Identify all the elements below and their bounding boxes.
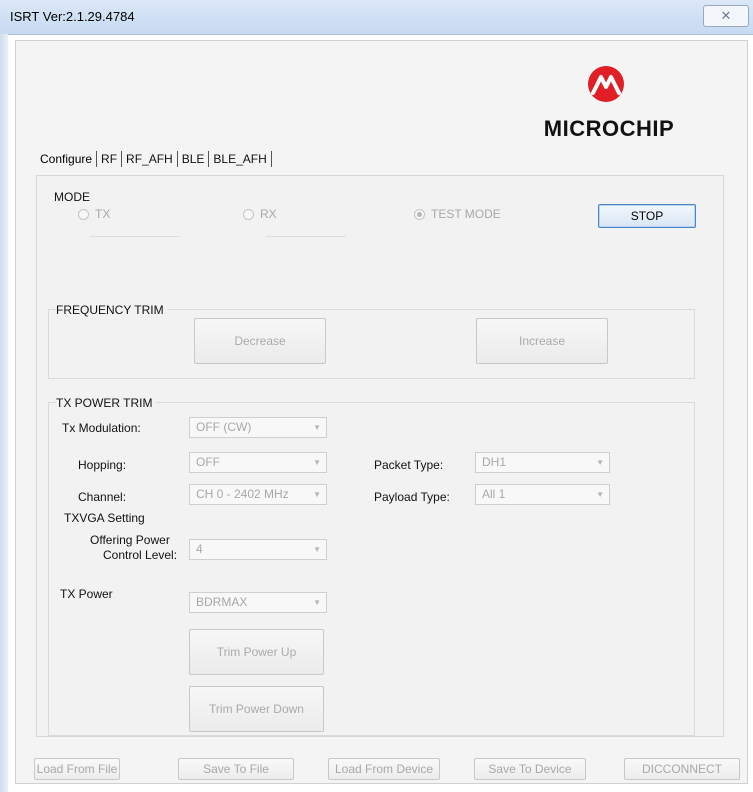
radio-tx-label: TX <box>95 207 111 221</box>
hopping-label: Hopping: <box>78 458 127 472</box>
load-from-file-button[interactable]: Load From File <box>34 758 120 780</box>
microchip-wordmark: MICROCHIP <box>543 116 675 141</box>
window-title: ISRT Ver:2.1.29.4784 <box>10 9 135 24</box>
channel-value: CH 0 - 2402 MHz <box>196 487 289 501</box>
decrease-button[interactable]: Decrease <box>194 318 326 364</box>
load-from-device-button[interactable]: Load From Device <box>328 758 440 780</box>
radio-tx[interactable]: TX <box>78 207 110 221</box>
trim-power-up-button[interactable]: Trim Power Up <box>189 629 324 675</box>
radio-underline <box>90 236 180 237</box>
tx-modulation-value: OFF (CW) <box>196 420 252 434</box>
hopping-value: OFF <box>196 455 220 469</box>
mode-label: MODE <box>54 190 90 204</box>
payload-type-select[interactable]: All 1 ▼ <box>475 484 610 505</box>
tx-modulation-select[interactable]: OFF (CW) ▼ <box>189 417 327 438</box>
stop-button[interactable]: STOP <box>598 204 696 228</box>
control-level-label: Control Level: <box>103 548 178 562</box>
tab-configure[interactable]: Configure <box>36 152 96 166</box>
tx-power-value: BDRMAX <box>196 595 248 609</box>
chevron-down-icon: ▼ <box>313 423 321 432</box>
chevron-down-icon: ▼ <box>313 490 321 499</box>
radio-test-mode-indicator <box>414 208 425 220</box>
chevron-down-icon: ▼ <box>313 458 321 467</box>
radio-tx-indicator <box>78 208 89 220</box>
packet-type-label: Packet Type: <box>374 458 444 472</box>
tx-power-select[interactable]: BDRMAX ▼ <box>189 592 327 613</box>
chevron-down-icon: ▼ <box>313 545 321 554</box>
packet-type-value: DH1 <box>482 455 507 469</box>
tab-ble-afh[interactable]: BLE_AFH <box>209 152 270 166</box>
tab-rf[interactable]: RF <box>97 152 121 166</box>
tx-power-trim-label: TX POWER TRIM <box>56 396 157 410</box>
radio-underline <box>266 236 346 237</box>
microchip-logo: MICROCHIP <box>529 66 689 146</box>
radio-test-mode-label: TEST MODE <box>431 207 501 221</box>
hopping-select[interactable]: OFF ▼ <box>189 452 327 473</box>
power-control-level-value: 4 <box>196 542 203 556</box>
tx-modulation-label: Tx Modulation: <box>62 421 141 435</box>
channel-label: Channel: <box>78 490 127 504</box>
tab-ble[interactable]: BLE <box>178 152 209 166</box>
tab-divider <box>270 151 272 167</box>
save-to-device-button[interactable]: Save To Device <box>474 758 586 780</box>
power-control-level-select[interactable]: 4 ▼ <box>189 539 327 560</box>
offering-power-label: Offering Power <box>90 533 170 547</box>
chevron-down-icon: ▼ <box>313 598 321 607</box>
txvga-setting-label: TXVGA Setting <box>64 511 145 525</box>
tx-power-label: TX Power <box>60 587 113 601</box>
microchip-logo-icon <box>588 66 624 102</box>
payload-type-value: All 1 <box>482 487 506 501</box>
radio-rx[interactable]: RX <box>243 207 277 221</box>
packet-type-select[interactable]: DH1 ▼ <box>475 452 610 473</box>
frequency-trim-label: FREQUENCY TRIM <box>56 303 168 317</box>
radio-rx-label: RX <box>260 207 277 221</box>
save-to-file-button[interactable]: Save To File <box>178 758 294 780</box>
close-button[interactable]: ✕ <box>703 5 749 27</box>
title-bar: ISRT Ver:2.1.29.4784 ✕ <box>0 0 753 35</box>
radio-rx-indicator <box>243 208 254 220</box>
tab-strip: Configure RF RF_AFH BLE BLE_AFH <box>36 148 272 170</box>
increase-button[interactable]: Increase <box>476 318 608 364</box>
window-edge <box>0 34 8 792</box>
radio-test-mode[interactable]: TEST MODE <box>414 207 501 221</box>
channel-select[interactable]: CH 0 - 2402 MHz ▼ <box>189 484 327 505</box>
chevron-down-icon: ▼ <box>596 490 604 499</box>
trim-power-down-button[interactable]: Trim Power Down <box>189 686 324 732</box>
disconnect-button[interactable]: DICCONNECT <box>624 758 740 780</box>
payload-type-label: Payload Type: <box>374 490 450 504</box>
chevron-down-icon: ▼ <box>596 458 604 467</box>
tab-rf-afh[interactable]: RF_AFH <box>122 152 177 166</box>
